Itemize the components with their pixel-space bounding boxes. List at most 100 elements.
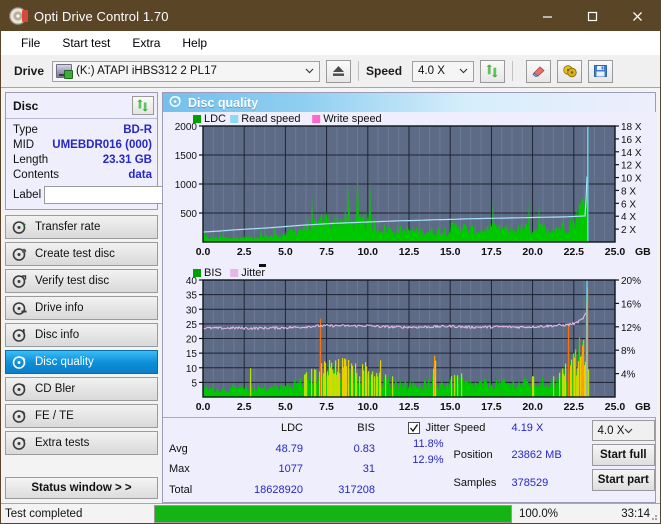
bitsetting-button[interactable] — [557, 59, 583, 83]
svg-text:15.0: 15.0 — [440, 401, 461, 413]
ldc-chart: 500 1000 1500 2000 2 X 4 X 6 X 8 X 10 X 12 X 14 X 1… — [163, 112, 657, 262]
stats-row-label-max: Max — [169, 463, 190, 475]
sidebar-item-transfer-rate[interactable]: Transfer rate — [5, 215, 158, 239]
panel-header: Disc quality — [163, 93, 655, 112]
close-icon[interactable] — [615, 1, 660, 31]
sidebar-item-verify-test-disc[interactable]: Verify test disc — [5, 269, 158, 293]
refresh-button[interactable] — [480, 59, 506, 83]
sidebar-item-disc-quality[interactable]: Disc quality — [5, 350, 158, 374]
sidebar-item-extra-tests[interactable]: Extra tests — [5, 431, 158, 455]
chevron-down-icon — [301, 62, 318, 81]
stats-ldc-max: 1077 — [278, 463, 303, 475]
stats-bis-total: 317208 — [338, 483, 375, 496]
svg-text:6 X: 6 X — [621, 199, 636, 210]
svg-text:7.5: 7.5 — [319, 401, 334, 413]
svg-text:12 X: 12 X — [621, 161, 642, 172]
disc-quality-icon — [12, 355, 27, 370]
drive-icon — [56, 64, 74, 79]
stats-bis-max: 31 — [362, 463, 375, 475]
jitter-checkbox[interactable] — [407, 422, 420, 434]
sidebar-item-fe-te[interactable]: FE / TE — [5, 404, 158, 428]
speed-select-value: 4.0 X — [418, 65, 445, 77]
stats-table: LDC BIS Avg 48.79 0.83 Max 1077 31 Total… — [169, 420, 375, 502]
svg-text:10: 10 — [186, 364, 198, 375]
svg-text:17.5: 17.5 — [481, 401, 502, 413]
svg-text:25: 25 — [186, 320, 198, 331]
svg-text:15: 15 — [186, 349, 198, 360]
disc-quality-panel: Disc quality 500 1000 1500 2000 2 X 4 X 6 X 8 X… — [162, 92, 657, 503]
title-bar: Opti Drive Control 1.70 — [1, 1, 660, 31]
stats-header-bis: BIS — [357, 422, 375, 434]
status-text: Test completed — [5, 507, 83, 520]
svg-text:BIS: BIS — [204, 267, 222, 279]
disc-panel-header: Disc — [6, 93, 157, 119]
eject-button[interactable] — [326, 59, 352, 83]
menu-bar: File Start test Extra Help — [1, 31, 660, 55]
svg-text:1500: 1500 — [175, 151, 198, 162]
sidebar-item-label: Disc info — [35, 329, 80, 341]
svg-text:22.5: 22.5 — [564, 401, 585, 413]
svg-text:20.0: 20.0 — [522, 401, 543, 413]
disc-verify-icon — [12, 274, 27, 289]
disc-label-row: Label — [13, 185, 248, 205]
stats-jitter-avg: 11.8% — [413, 438, 444, 450]
sidebar-item-create-test-disc[interactable]: Create test disc — [5, 242, 158, 266]
sidebar-item-drive-info[interactable]: Drive info — [5, 296, 158, 320]
samples-label: Samples — [453, 476, 497, 489]
start-full-button[interactable]: Start full — [591, 444, 655, 466]
svg-text:10.0: 10.0 — [358, 401, 379, 413]
save-button[interactable] — [588, 59, 614, 83]
disc-label-label: Label — [13, 188, 42, 201]
svg-text:4 X: 4 X — [621, 212, 636, 223]
stats-ldc-total: 18628920 — [254, 483, 303, 496]
app-disc-icon — [9, 7, 28, 25]
svg-text:5.0: 5.0 — [278, 401, 293, 413]
disc-mid-label: MID — [13, 138, 35, 151]
stats-jitter-max: 12.9% — [412, 454, 444, 466]
sidebar-item-label: Create test disc — [35, 248, 115, 260]
svg-text:Jitter: Jitter — [241, 267, 265, 279]
sidebar-item-disc-info[interactable]: Disc info — [5, 323, 158, 347]
svg-text:0.0: 0.0 — [196, 246, 211, 258]
window-controls — [525, 1, 660, 31]
cd-bler-icon — [12, 382, 27, 397]
speed-info-column: Speed 4.19 X Position 23862 MB Samples 3… — [454, 420, 588, 502]
maximize-icon[interactable] — [570, 1, 615, 31]
jitter-column: Jitter 11.8% 12.9% — [375, 420, 450, 502]
svg-text:35: 35 — [186, 291, 198, 302]
svg-text:GB: GB — [635, 401, 651, 413]
disc-type-value: BD-R — [123, 123, 152, 136]
chevron-down-icon — [624, 425, 633, 437]
svg-text:16%: 16% — [621, 299, 641, 310]
status-window-button[interactable]: Status window > > — [5, 477, 158, 499]
menu-help[interactable]: Help — [171, 34, 218, 52]
window-title: Opti Drive Control 1.70 — [34, 8, 169, 24]
speed-select[interactable]: 4.0 X — [412, 60, 475, 82]
menu-file[interactable]: File — [10, 34, 51, 52]
app-window: Opti Drive Control 1.70 File Start test … — [0, 0, 661, 524]
svg-text:10.0: 10.0 — [358, 246, 379, 258]
erase-button[interactable] — [526, 59, 552, 83]
sidebar-item-cd-bler[interactable]: CD Bler — [5, 377, 158, 401]
speed-info-label: Speed — [453, 422, 486, 434]
progress-fill — [155, 505, 511, 522]
disc-refresh-button[interactable] — [132, 96, 154, 115]
svg-text:Read speed: Read speed — [241, 113, 300, 125]
svg-text:18 X: 18 X — [621, 122, 642, 133]
svg-text:22.5: 22.5 — [564, 246, 585, 258]
menu-start-test[interactable]: Start test — [51, 34, 121, 52]
extra-tests-icon — [12, 436, 27, 451]
menu-extra[interactable]: Extra — [121, 34, 171, 52]
svg-text:12%: 12% — [621, 323, 641, 334]
position-label: Position — [453, 449, 493, 462]
disc-row-length: Length 23.31 GB — [13, 152, 152, 167]
panel-title: Disc quality — [188, 95, 259, 110]
minimize-icon[interactable] — [525, 1, 570, 31]
start-part-button[interactable]: Start part — [591, 469, 655, 491]
svg-text:12.5: 12.5 — [399, 246, 420, 258]
disc-contents-label: Contents — [13, 168, 60, 181]
drive-select[interactable]: (K:) ATAPI iHBS312 2 PL17 — [52, 60, 321, 82]
resize-grip-icon[interactable] — [648, 511, 658, 521]
svg-text:5.0: 5.0 — [278, 246, 293, 258]
test-speed-select[interactable]: 4.0 X — [591, 420, 655, 441]
